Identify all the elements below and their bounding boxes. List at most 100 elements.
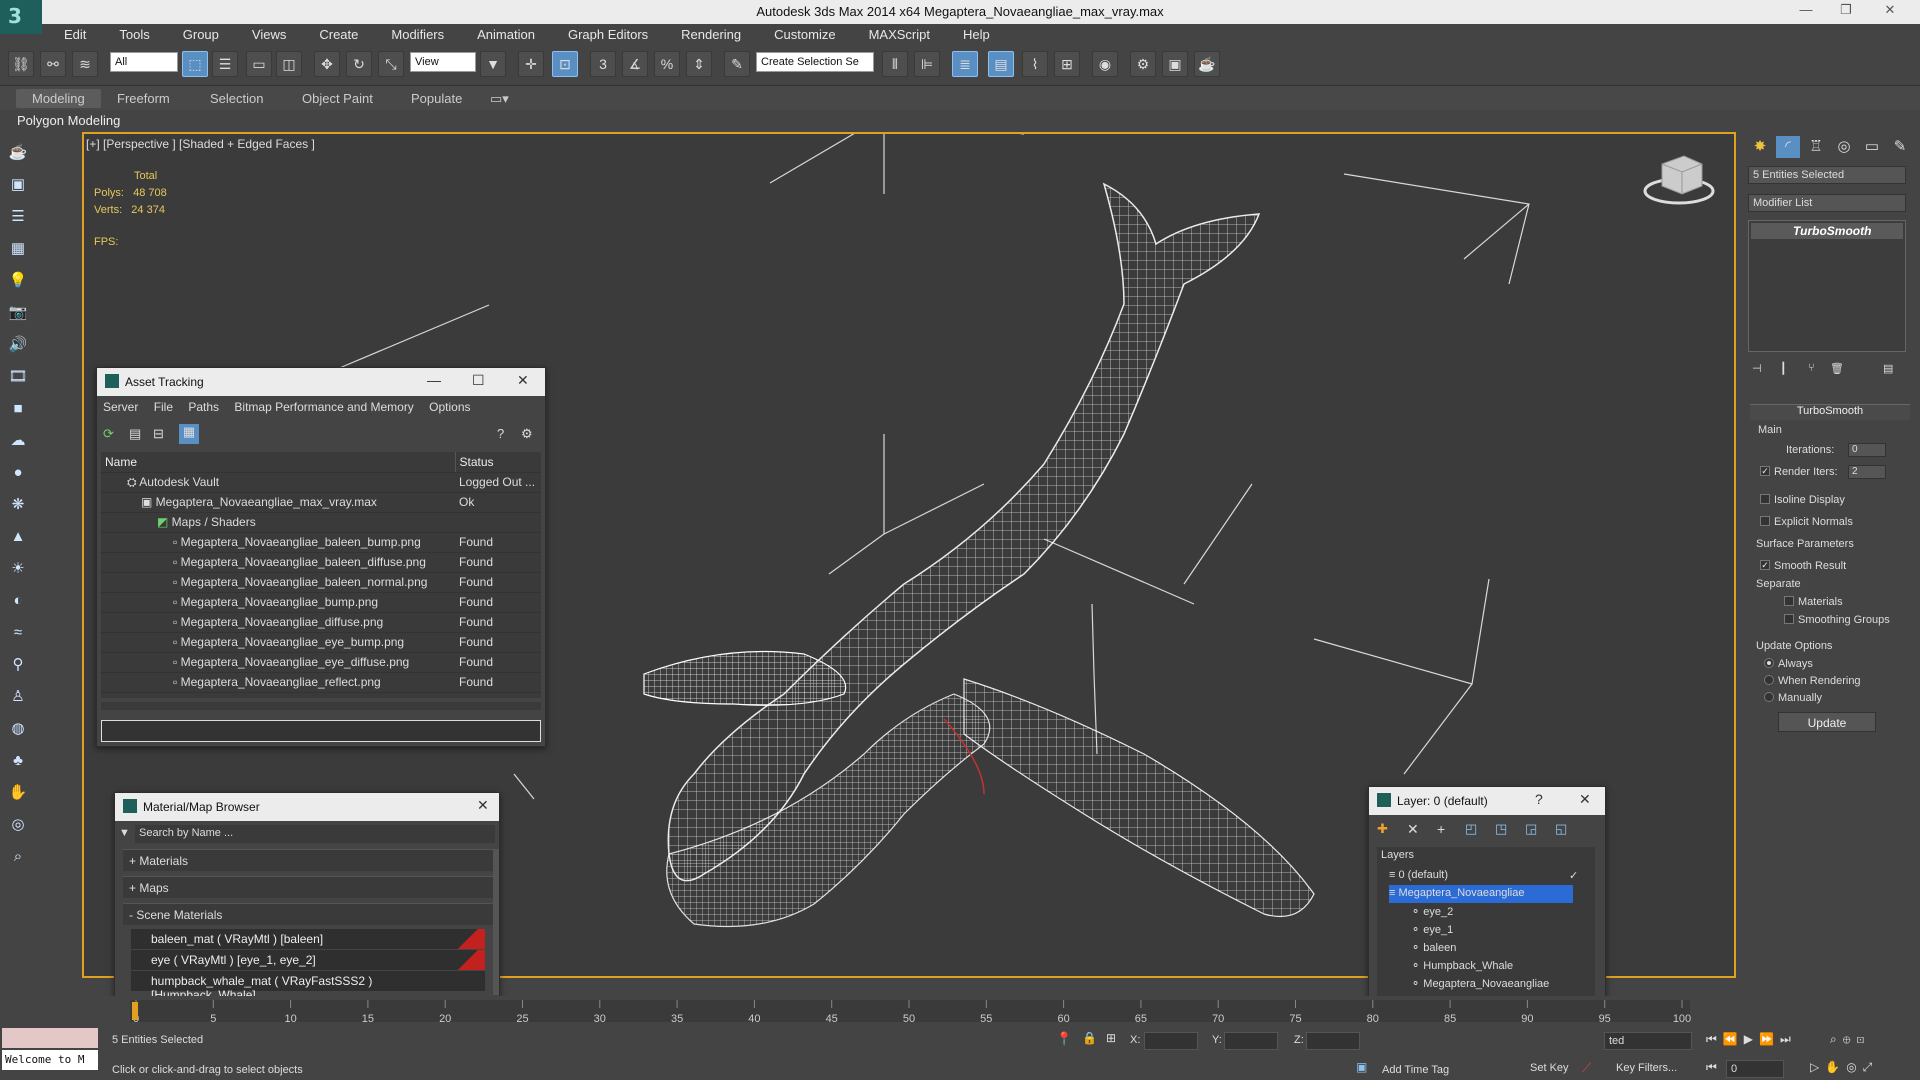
- menu-server[interactable]: Server: [103, 400, 138, 414]
- isoline-display-checkbox[interactable]: [1760, 494, 1770, 504]
- time-tag-icon[interactable]: ▣: [1356, 1060, 1367, 1074]
- browser-options-icon[interactable]: ▼: [119, 827, 130, 839]
- sound-icon[interactable]: 🔊: [7, 334, 29, 356]
- selection-filter-dropdown[interactable]: All: [110, 52, 178, 72]
- table-row[interactable]: ▫ Megaptera_Novaeangliae_reflect.png Foun…: [101, 672, 541, 693]
- configure-modifier-icon[interactable]: ▤: [1883, 362, 1893, 375]
- maxscript-listener-top[interactable]: [2, 1028, 98, 1048]
- pan-icon[interactable]: ✋: [7, 782, 29, 804]
- add-time-tag[interactable]: Add Time Tag: [1382, 1064, 1449, 1076]
- x-coord-field[interactable]: [1144, 1032, 1198, 1050]
- rotate-icon[interactable]: ↻: [346, 51, 372, 77]
- select-manipulate-icon[interactable]: ✛: [518, 51, 544, 77]
- close-icon[interactable]: ✕: [477, 797, 489, 814]
- maximize-icon[interactable]: ☐: [472, 372, 485, 389]
- particle-icon[interactable]: ❋: [7, 494, 29, 516]
- table-row[interactable]: ▫ Megaptera_Novaeangliae_baleen_normal.p…: [101, 572, 541, 593]
- sun-icon[interactable]: ☀: [7, 558, 29, 580]
- orbit-icon[interactable]: ◎: [1846, 1060, 1862, 1074]
- menu-views[interactable]: Views: [230, 24, 297, 42]
- list-item[interactable]: baleen_mat ( VRayMtl ) [baleen]: [131, 929, 485, 949]
- tree-view-icon[interactable]: ⊟: [153, 426, 164, 442]
- render-frame-icon[interactable]: ▣: [7, 174, 29, 196]
- go-to-start-icon[interactable]: ⏮: [1706, 1032, 1723, 1046]
- new-layer-icon[interactable]: ✚: [1377, 821, 1388, 837]
- tab-modeling[interactable]: Modeling: [16, 89, 101, 108]
- show-end-result-icon[interactable]: ┃: [1780, 362, 1787, 375]
- list-view-icon[interactable]: ▤: [129, 426, 141, 442]
- help-icon[interactable]: ?: [497, 426, 504, 441]
- table-row[interactable]: ▫ Megaptera_Novaeangliae_baleen_diffuse.…: [101, 552, 541, 573]
- remove-modifier-icon[interactable]: 🗑: [1830, 362, 1844, 375]
- table-row[interactable]: ▫ Megaptera_Novaeangliae_eye_bump.png Fou…: [101, 632, 541, 653]
- menu-paths[interactable]: Paths: [188, 400, 219, 414]
- key-mode-icon[interactable]: ⟋: [1582, 1060, 1591, 1076]
- display-tab-icon[interactable]: ▭: [1860, 136, 1884, 158]
- teapot-icon[interactable]: ☕: [7, 142, 29, 164]
- edit-named-selection-icon[interactable]: ✎: [724, 51, 750, 77]
- isolate-selection-icon[interactable]: 📍: [1056, 1031, 1072, 1047]
- cloud-icon[interactable]: ☁: [7, 430, 29, 452]
- path-field[interactable]: [101, 720, 541, 742]
- table-row[interactable]: ◩ Maps / Shaders: [101, 512, 541, 533]
- menu-tools[interactable]: Tools: [97, 24, 160, 42]
- menu-file[interactable]: File: [154, 400, 173, 414]
- minimize-icon[interactable]: —: [427, 372, 441, 388]
- explicit-normals-checkbox[interactable]: [1760, 516, 1770, 526]
- scale-icon[interactable]: ⤡: [378, 51, 404, 77]
- material-search-input[interactable]: Search by Name ...: [135, 825, 495, 843]
- when-rendering-radio[interactable]: [1764, 675, 1774, 685]
- materials-group[interactable]: + Materials: [123, 849, 498, 871]
- ref-coord-dropdown[interactable]: View: [410, 52, 476, 72]
- layer-dialog-titlebar[interactable]: Layer: 0 (default) ? ✕: [1369, 787, 1605, 815]
- menu-create[interactable]: Create: [297, 24, 369, 42]
- ribbon-options-icon[interactable]: ▭▾: [490, 91, 509, 107]
- set-key-button[interactable]: Set Key: [1530, 1062, 1569, 1074]
- grid-icon[interactable]: ▦: [7, 238, 29, 260]
- schematic-view-icon[interactable]: ⊞: [1054, 51, 1080, 77]
- hierarchy-tab-icon[interactable]: ♖: [1804, 136, 1828, 158]
- angle-snap-icon[interactable]: ∡: [622, 51, 648, 77]
- table-view-icon[interactable]: ▦: [179, 424, 199, 444]
- menu-maxscript[interactable]: MAXScript: [847, 24, 941, 42]
- maxscript-listener[interactable]: Welcome to M: [2, 1050, 98, 1070]
- menu-graph-editors[interactable]: Graph Editors: [546, 24, 659, 42]
- globe-icon[interactable]: ◍: [7, 718, 29, 740]
- material-browser-titlebar[interactable]: Material/Map Browser ✕: [115, 793, 499, 821]
- render-iters-spinner[interactable]: 2: [1848, 465, 1886, 479]
- menu-edit[interactable]: Edit: [42, 24, 97, 42]
- close-window-button[interactable]: ✕: [1870, 2, 1910, 22]
- camera-icon[interactable]: 📷: [7, 302, 29, 324]
- zoom-icon[interactable]: ⌕: [1830, 1032, 1843, 1046]
- settings-icon[interactable]: ⚙: [521, 426, 533, 442]
- plant-icon[interactable]: ♣: [7, 750, 29, 772]
- zoom-icon[interactable]: ⌕: [7, 846, 29, 868]
- select-objects-icon[interactable]: ◰: [1465, 821, 1477, 837]
- turbosmooth-rollout-title[interactable]: TurboSmooth: [1750, 404, 1910, 420]
- table-row[interactable]: ⛭ Autodesk Vault Logged Out ...: [101, 472, 541, 493]
- film-icon[interactable]: 🎞: [7, 366, 29, 388]
- pivot-center-icon[interactable]: ▼: [480, 51, 506, 77]
- menu-options[interactable]: Options: [429, 400, 470, 414]
- tab-freeform[interactable]: Freeform: [117, 91, 170, 106]
- table-row[interactable]: ▣ Megaptera_Novaeangliae_max_vray.max Ok: [101, 492, 541, 513]
- refresh-icon[interactable]: ⟳: [103, 426, 114, 442]
- layer-manager-icon[interactable]: ≣: [952, 51, 978, 77]
- move-icon[interactable]: ✥: [314, 51, 340, 77]
- render-setup-icon[interactable]: ⚙: [1130, 51, 1156, 77]
- modify-tab-icon[interactable]: ◜: [1776, 136, 1800, 158]
- motion-tab-icon[interactable]: ◎: [1832, 136, 1856, 158]
- modifier-list-dropdown[interactable]: Modifier List: [1748, 194, 1906, 212]
- menu-help[interactable]: Help: [941, 24, 1001, 42]
- close-icon[interactable]: ✕: [1579, 791, 1591, 808]
- select-by-name-icon[interactable]: ☰: [212, 51, 238, 77]
- col-status-header[interactable]: Status: [455, 452, 541, 473]
- menu-modifiers[interactable]: Modifiers: [369, 24, 455, 42]
- align-icon[interactable]: ⊫: [914, 51, 940, 77]
- polygon-modeling-panel[interactable]: Polygon Modeling: [17, 113, 120, 128]
- scene-explorer-icon[interactable]: ▤: [988, 51, 1014, 77]
- window-crossing-icon[interactable]: ◫: [276, 51, 302, 77]
- key-mode-toggle-icon[interactable]: ⏮: [1706, 1060, 1717, 1075]
- absolute-mode-icon[interactable]: ⊞: [1106, 1031, 1116, 1045]
- ball-icon[interactable]: ◐: [7, 590, 29, 612]
